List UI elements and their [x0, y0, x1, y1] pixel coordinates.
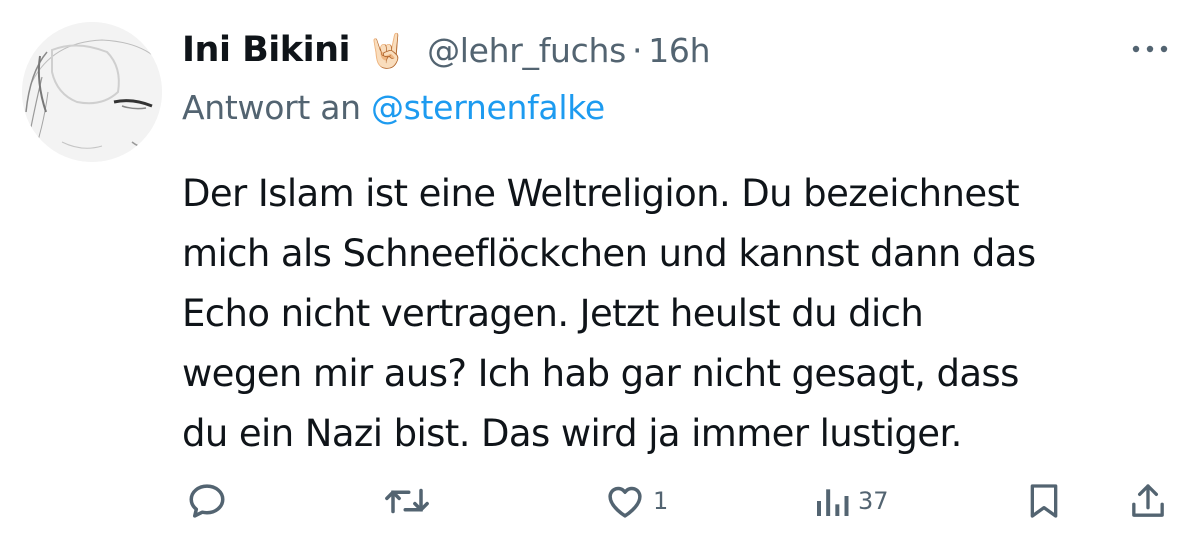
tweet-header: Ini Bikini 🤘🏻 @lehr_fuchs · 16h: [182, 22, 711, 78]
views-icon: [817, 489, 849, 516]
share-icon: [1132, 484, 1164, 517]
retweet-icon: [385, 488, 429, 514]
tweet-text-line: wegen mir aus? Ich hab gar nicht gesagt,…: [182, 352, 1019, 395]
reply-mention-link[interactable]: @sternenfalke: [371, 88, 605, 127]
reply-button[interactable]: [186, 478, 228, 524]
user-handle[interactable]: @lehr_fuchs: [427, 31, 626, 70]
tweet-text-line: Der Islam ist eine Weltreligion. Du beze…: [182, 172, 1020, 215]
more-icon: [1132, 45, 1168, 53]
reply-icon: [189, 484, 225, 518]
share-button[interactable]: [1128, 478, 1168, 524]
tweet-text-line: du ein Nazi bist. Das wird ja immer lust…: [182, 412, 962, 455]
tweet-text-line: mich als Schneeflöckchen und kannst dann…: [182, 232, 1036, 275]
tweet: Ini Bikini 🤘🏻 @lehr_fuchs · 16h Antwort …: [0, 0, 1199, 547]
like-icon: [608, 486, 642, 518]
tweet-text-line: Echo nicht vertragen. Jetzt heulst du di…: [182, 292, 924, 335]
bookmark-button[interactable]: [1024, 478, 1064, 524]
timestamp[interactable]: 16h: [648, 31, 710, 70]
like-count: 1: [653, 487, 669, 515]
views-count: 37: [858, 487, 889, 515]
separator-dot: ·: [632, 30, 643, 70]
tweet-text: Der Islam ist eine Weltreligion. Du beze…: [182, 164, 1182, 464]
retweet-button[interactable]: [384, 478, 430, 524]
more-options-button[interactable]: [1128, 34, 1172, 64]
avatar[interactable]: [22, 22, 162, 162]
reply-prefix: Antwort an: [182, 88, 361, 127]
avatar-image: [22, 22, 162, 162]
rock-hand-emoji: 🤘🏻: [365, 30, 408, 70]
reply-context: Antwort an @sternenfalke: [182, 88, 605, 127]
display-name[interactable]: Ini Bikini: [182, 30, 350, 70]
views-button[interactable]: 37: [812, 478, 889, 524]
like-button[interactable]: 1: [603, 478, 668, 524]
bookmark-icon: [1030, 484, 1058, 518]
